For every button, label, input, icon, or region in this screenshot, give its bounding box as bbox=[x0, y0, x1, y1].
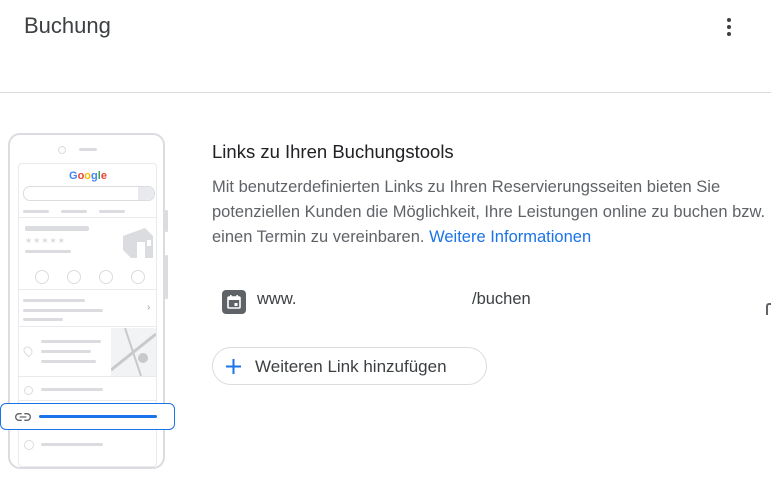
phone-icon bbox=[35, 270, 49, 284]
globe-icon bbox=[24, 440, 34, 450]
section-description: Mit benutzerdefinierten Links zu Ihren R… bbox=[212, 175, 771, 250]
highlighted-link-row bbox=[0, 403, 175, 430]
save-icon bbox=[99, 270, 113, 284]
link-icon bbox=[15, 413, 31, 421]
section-title: Links zu Ihren Buchungstools bbox=[212, 141, 454, 162]
map-thumbnail bbox=[111, 328, 156, 376]
add-link-button[interactable]: Weiteren Link hinzufügen bbox=[212, 347, 487, 385]
link-url-suffix: /buchen bbox=[472, 290, 531, 308]
more-options-icon[interactable] bbox=[714, 12, 744, 42]
phone-camera bbox=[58, 146, 66, 154]
search-icon bbox=[138, 187, 154, 200]
header: Buchung bbox=[0, 0, 771, 93]
page-title: Buchung bbox=[24, 13, 111, 38]
edit-icon[interactable] bbox=[766, 303, 771, 315]
directions-icon bbox=[67, 270, 81, 284]
link-url-prefix: www. bbox=[257, 290, 297, 308]
location-pin-icon bbox=[21, 344, 35, 358]
share-icon bbox=[131, 270, 145, 284]
calendar-icon bbox=[222, 290, 246, 314]
learn-more-link[interactable]: Weitere Informationen bbox=[429, 228, 591, 246]
plus-icon bbox=[226, 359, 241, 374]
chevron-right-icon: › bbox=[147, 302, 151, 313]
booking-link-row[interactable]: www. /buchen bbox=[222, 289, 771, 314]
store-icon bbox=[123, 228, 153, 258]
google-logo: Google bbox=[69, 170, 107, 182]
rating-stars: ★★★★★ bbox=[25, 236, 66, 245]
phone-speaker bbox=[79, 148, 97, 151]
phone-search-bar bbox=[23, 186, 155, 201]
clock-icon bbox=[24, 386, 33, 395]
add-link-label: Weiteren Link hinzufügen bbox=[255, 357, 447, 376]
